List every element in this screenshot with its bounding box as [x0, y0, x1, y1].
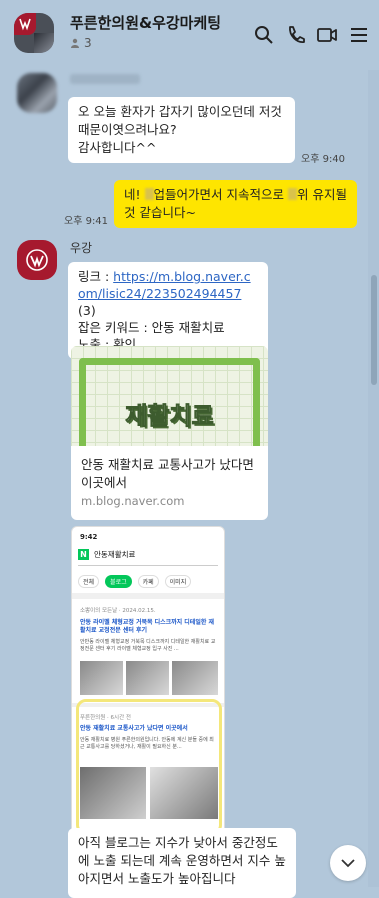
member-photo: [34, 33, 54, 53]
my-message-bubble[interactable]: 네! 업들어가면서 지속적으로 위 유지될것 같습니다~: [114, 180, 357, 228]
room-title: 푸른한의원&우강마케팅: [70, 14, 222, 32]
post-title: 안동 라이멜 체형교정 거북목 디스크까지 디테일한 재활치료 교정전문 센터 …: [80, 619, 214, 634]
link-preview-card[interactable]: 재활치료 안동 재활치료 교통사고가 났다면 이곳에서 m.blog.naver…: [71, 346, 268, 520]
search-query: 안동재활치료: [94, 550, 136, 559]
room-avatar[interactable]: [14, 13, 54, 53]
brand-logo-icon: [14, 13, 36, 35]
menu-icon[interactable]: [348, 24, 370, 46]
scrollbar-thumb[interactable]: [371, 275, 377, 385]
tab-cafe: 카페: [137, 575, 159, 588]
post-image: [126, 661, 169, 695]
post-body: 안반동 라이멜 체형교정 거북목 디스크까지 디테일한 재활치료 교정전문 센터…: [80, 639, 216, 652]
link-preview-domain: m.blog.naver.com: [81, 494, 185, 508]
post-image: [172, 661, 218, 695]
sender-avatar[interactable]: [17, 73, 57, 113]
search-icon[interactable]: [253, 24, 275, 46]
highlight-box: [76, 699, 222, 835]
message-bubble[interactable]: 아직 블로그는 지수가 낮아서 중간정도에 노출 되는데 계속 운영하면서 지수…: [68, 828, 296, 898]
tab-blog: 블로그: [105, 575, 132, 588]
person-icon: [71, 38, 79, 48]
scroll-to-bottom-button[interactable]: [330, 845, 366, 881]
sender-name: [70, 74, 140, 84]
message-bubble[interactable]: 링크 : https://m.blog.naver.com/lisic24/22…: [68, 262, 268, 359]
member-count[interactable]: 3: [70, 36, 92, 50]
message-bubble[interactable]: 오 오늘 환자가 갑자기 많이오던데 저것 때문이엿으려나요? 감사합니다^^: [68, 97, 295, 163]
message-text: 업들어가면서 지속적으로: [153, 187, 284, 202]
link-preview-thumbnail: 재활치료: [71, 346, 268, 446]
message-text: 네!: [124, 187, 145, 202]
scrollbar-track[interactable]: [368, 70, 379, 887]
redacted-mark: [287, 188, 297, 200]
screenshot-image[interactable]: 9:42 N 안동재활치료 전체 블로그 카페 이미지 소뽕이의 모든날 · 2…: [71, 526, 225, 846]
search-tabs: 전체 블로그 카페 이미지: [78, 575, 192, 588]
link-suffix: (3): [78, 303, 96, 318]
chevron-down-icon: [341, 859, 355, 868]
video-icon[interactable]: [316, 24, 338, 46]
redacted-mark: [144, 188, 154, 200]
message-time: 오후 9:41: [64, 216, 109, 227]
message-time: 오후 9:40: [301, 154, 346, 165]
link-label: 링크 :: [78, 269, 114, 284]
sender-avatar[interactable]: [17, 240, 57, 280]
thumbnail-text: 재활치료: [125, 402, 214, 431]
tab-all: 전체: [78, 575, 100, 588]
sender-name: 우강: [70, 241, 93, 255]
post-image: [80, 661, 123, 695]
link-preview-title: 안동 재활치료 교통사고가 났다면 이곳에서: [81, 457, 254, 490]
keyword-line: 잡은 키워드 : 안동 재활치료: [78, 320, 225, 335]
post-meta: 소뽕이의 모든날 · 2024.02.15.: [80, 608, 156, 614]
phone-icon[interactable]: [285, 24, 307, 46]
status-time: 9:42: [80, 533, 98, 541]
brand-logo-icon: [26, 249, 48, 271]
divider: [72, 593, 224, 599]
tab-image: 이미지: [164, 575, 192, 588]
member-count-value: 3: [84, 36, 92, 50]
naver-logo-icon: N: [78, 549, 89, 560]
